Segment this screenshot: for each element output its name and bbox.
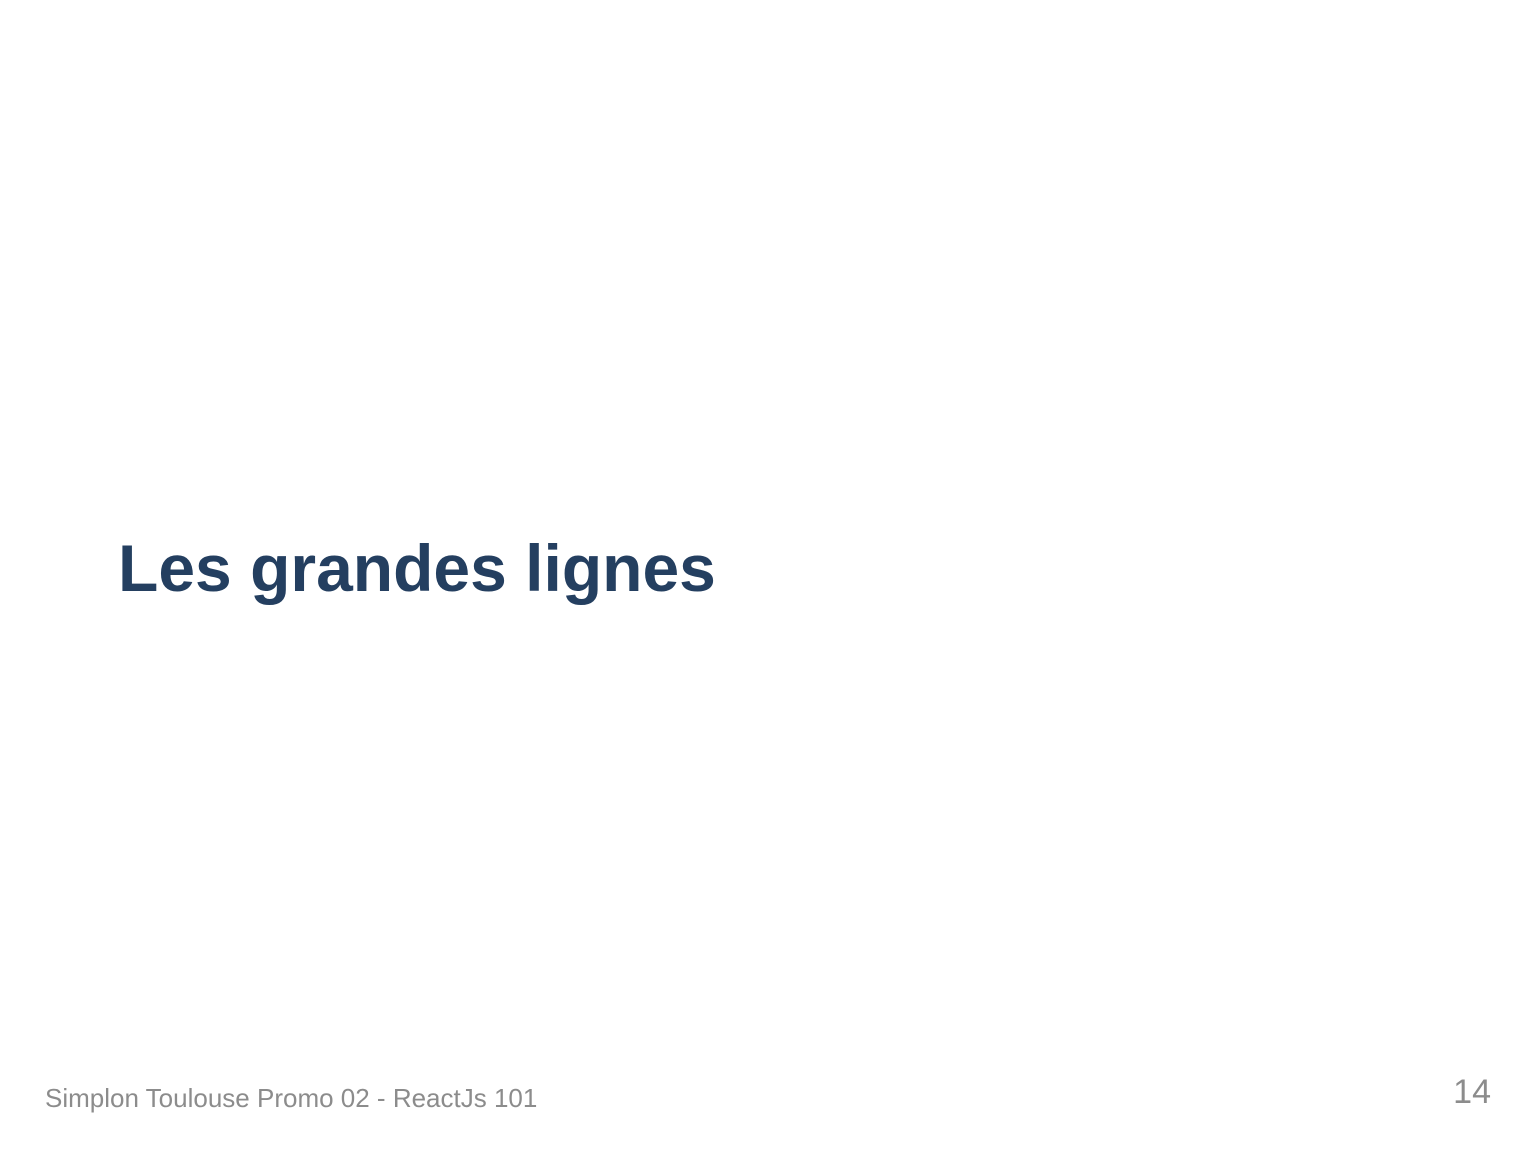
slide: Les grandes lignes Simplon Toulouse Prom… <box>0 0 1536 1152</box>
slide-title: Les grandes lignes <box>118 531 716 605</box>
footer-text: Simplon Toulouse Promo 02 - ReactJs 101 <box>45 1083 538 1113</box>
page-number: 14 <box>1453 1073 1491 1111</box>
